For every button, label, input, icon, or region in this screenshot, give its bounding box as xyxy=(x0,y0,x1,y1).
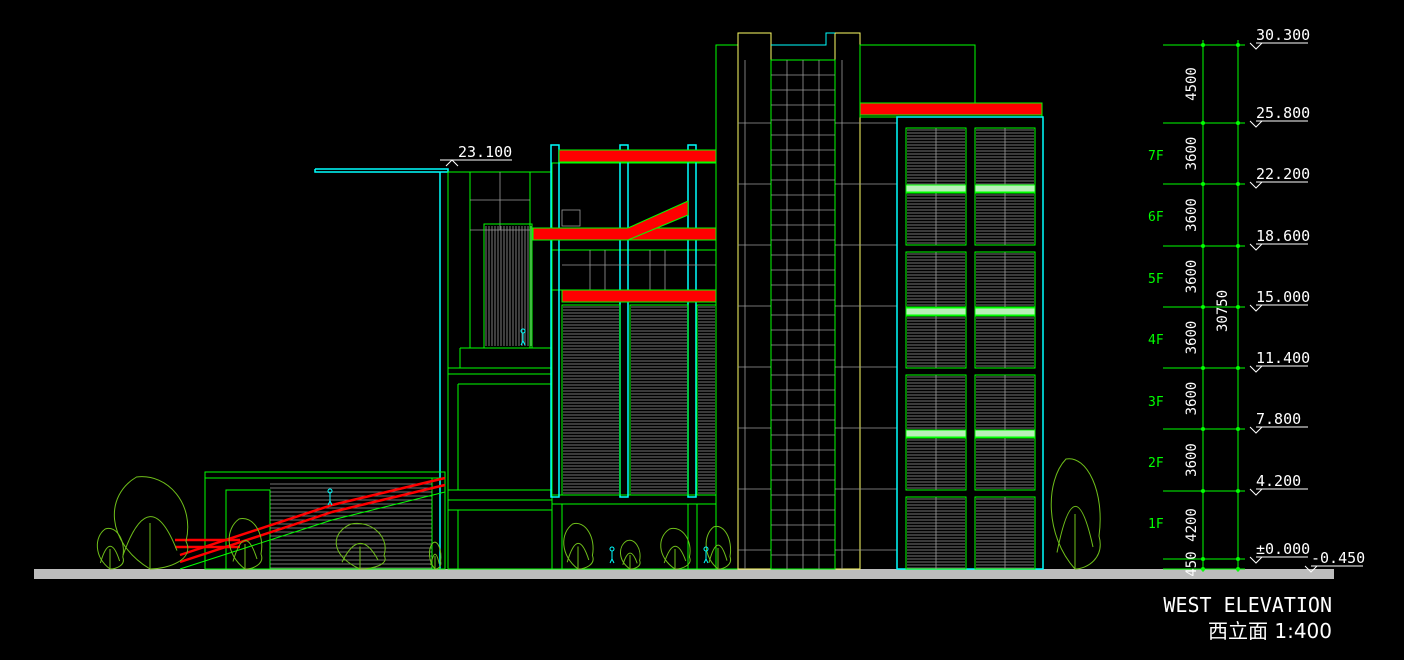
canopy xyxy=(314,168,449,569)
total-height-label: 30750 xyxy=(1215,290,1231,332)
person xyxy=(703,546,709,564)
middle-columns xyxy=(550,144,697,498)
floor-band xyxy=(905,184,967,193)
level-dot xyxy=(1201,366,1205,370)
floor-label: 2F xyxy=(1148,456,1164,471)
title-chinese: 西立面 1:400 xyxy=(1208,619,1332,643)
level-dot xyxy=(1236,567,1240,571)
podium-hatch xyxy=(270,483,432,569)
floor-band xyxy=(974,429,1036,438)
floor-label: 5F xyxy=(1148,272,1164,287)
floor-labels: 7F 6F 5F 4F 3F 2F 1F xyxy=(1148,149,1164,532)
tree xyxy=(563,522,594,570)
floor-height-label: 3600 xyxy=(1184,198,1200,232)
level-label: ±0.000 xyxy=(1256,540,1310,558)
level-dot xyxy=(1201,489,1205,493)
floor-band xyxy=(905,429,967,438)
floor-label: 4F xyxy=(1148,333,1164,348)
floor-band xyxy=(974,307,1036,316)
floor-label: 7F xyxy=(1148,149,1164,164)
level-dot xyxy=(1236,182,1240,186)
floor-height-label: 450 xyxy=(1184,551,1200,576)
ground-line xyxy=(34,569,1334,579)
level-dot xyxy=(1201,427,1205,431)
left-block-grid xyxy=(470,172,530,231)
level-dot xyxy=(1201,305,1205,309)
level-label: 22.200 xyxy=(1256,165,1310,183)
right-block-louvers xyxy=(905,127,1036,570)
title-english: WEST ELEVATION xyxy=(1163,593,1332,617)
tree xyxy=(114,476,189,570)
level-label: 4.200 xyxy=(1256,472,1301,490)
floor-height-label: 3600 xyxy=(1184,443,1200,477)
floor-band xyxy=(974,184,1036,193)
middle-block xyxy=(551,162,717,570)
level-label: 15.000 xyxy=(1256,288,1310,306)
level-dot xyxy=(1201,182,1205,186)
floor-height-label: 4500 xyxy=(1184,67,1200,101)
level-label: 30.300 xyxy=(1256,26,1310,44)
level-label: 11.400 xyxy=(1256,349,1310,367)
level-dot xyxy=(1201,244,1205,248)
level-dot xyxy=(1236,305,1240,309)
level-dot xyxy=(1201,43,1205,47)
person xyxy=(609,546,615,564)
level-dot xyxy=(1236,43,1240,47)
tree xyxy=(1050,458,1101,570)
middle-louvers xyxy=(561,304,717,496)
person xyxy=(327,488,333,506)
level-ticks xyxy=(1163,43,1245,571)
floor-height-label: 3600 xyxy=(1184,321,1200,355)
roof-level-marker: 23.100 xyxy=(440,143,512,167)
tree xyxy=(335,522,386,570)
tree xyxy=(96,527,124,570)
floor-height-labels: 4500 3600 3600 3600 3600 3600 3600 4200 450 xyxy=(1184,67,1200,577)
drawing-title: WEST ELEVATION 西立面 1:400 xyxy=(1163,592,1332,644)
level-label: 25.800 xyxy=(1256,104,1310,122)
level-dot xyxy=(1236,489,1240,493)
tree xyxy=(660,527,691,570)
level-dot xyxy=(1201,567,1205,571)
level-dot xyxy=(1201,557,1205,561)
level-label: 7.800 xyxy=(1256,410,1301,428)
floor-band xyxy=(905,307,967,316)
level-dot xyxy=(1236,557,1240,561)
floor-label: 3F xyxy=(1148,395,1164,410)
roof-level-label: 23.100 xyxy=(458,143,512,161)
level-labels: 30.300 25.800 22.200 18.600 15.000 11.400 7.80… xyxy=(1249,26,1365,573)
floor-height-label: 3600 xyxy=(1184,137,1200,171)
floor-label: 6F xyxy=(1148,210,1164,225)
red-railing xyxy=(561,289,717,303)
level-label: -0.450 xyxy=(1311,549,1365,567)
floor-height-label: 3600 xyxy=(1184,382,1200,416)
level-label: 18.600 xyxy=(1256,227,1310,245)
elevation-drawing: 23.100 30.30025.80022.20018.60015.00011.… xyxy=(34,26,1365,579)
red-railing xyxy=(532,227,717,241)
red-railing xyxy=(558,149,717,163)
level-dot xyxy=(1201,121,1205,125)
level-dot xyxy=(1236,366,1240,370)
level-dot xyxy=(1236,244,1240,248)
level-dot xyxy=(1236,121,1240,125)
floor-height-label: 4200 xyxy=(1184,508,1200,542)
tree xyxy=(705,525,732,570)
floor-height-label: 3600 xyxy=(1184,260,1200,294)
floor-label: 1F xyxy=(1148,517,1164,532)
level-dot xyxy=(1236,427,1240,431)
stair-railing-green xyxy=(179,491,446,570)
tree xyxy=(620,539,641,570)
tower-grid xyxy=(738,60,897,569)
